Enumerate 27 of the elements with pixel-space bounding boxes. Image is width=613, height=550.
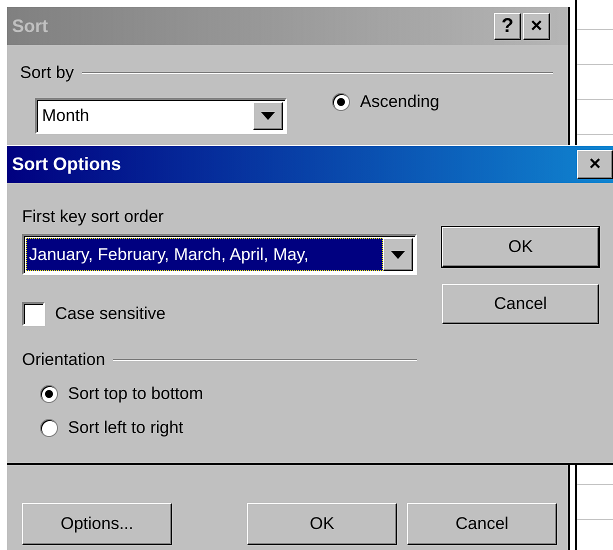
checkbox-label: Case sensitive bbox=[55, 304, 166, 324]
ok-button[interactable]: OK bbox=[442, 227, 599, 267]
radio-label: Ascending bbox=[360, 92, 440, 112]
group-label: Sort by bbox=[20, 63, 74, 83]
close-button[interactable]: × bbox=[577, 150, 613, 179]
checkbox[interactable] bbox=[22, 302, 45, 326]
dropdown-button[interactable] bbox=[253, 102, 283, 130]
radio-button[interactable] bbox=[40, 419, 58, 437]
radio-button[interactable] bbox=[40, 385, 58, 403]
group-label: Orientation bbox=[22, 350, 106, 370]
window-title: Sort Options bbox=[12, 154, 121, 175]
dropdown-field[interactable]: Month bbox=[35, 98, 287, 134]
cancel-button[interactable]: Cancel bbox=[442, 284, 599, 324]
help-button[interactable]: ? bbox=[494, 12, 521, 40]
dropdown-button[interactable] bbox=[383, 238, 413, 271]
dropdown-arrow-icon bbox=[261, 112, 275, 120]
options-button[interactable]: Options... bbox=[22, 503, 172, 545]
radio-label: Sort top to bottom bbox=[68, 384, 204, 404]
window-title: Sort bbox=[12, 16, 48, 36]
close-button[interactable]: × bbox=[523, 12, 550, 40]
dropdown-field[interactable]: January, February, March, April, May, bbox=[22, 234, 417, 275]
cancel-button[interactable]: Cancel bbox=[407, 503, 557, 545]
field-label: First key sort order bbox=[22, 207, 165, 227]
ok-button[interactable]: OK bbox=[247, 503, 397, 545]
dropdown-arrow-icon bbox=[391, 250, 405, 258]
radio-button[interactable] bbox=[332, 93, 350, 111]
radio-label: Sort left to right bbox=[68, 418, 184, 438]
